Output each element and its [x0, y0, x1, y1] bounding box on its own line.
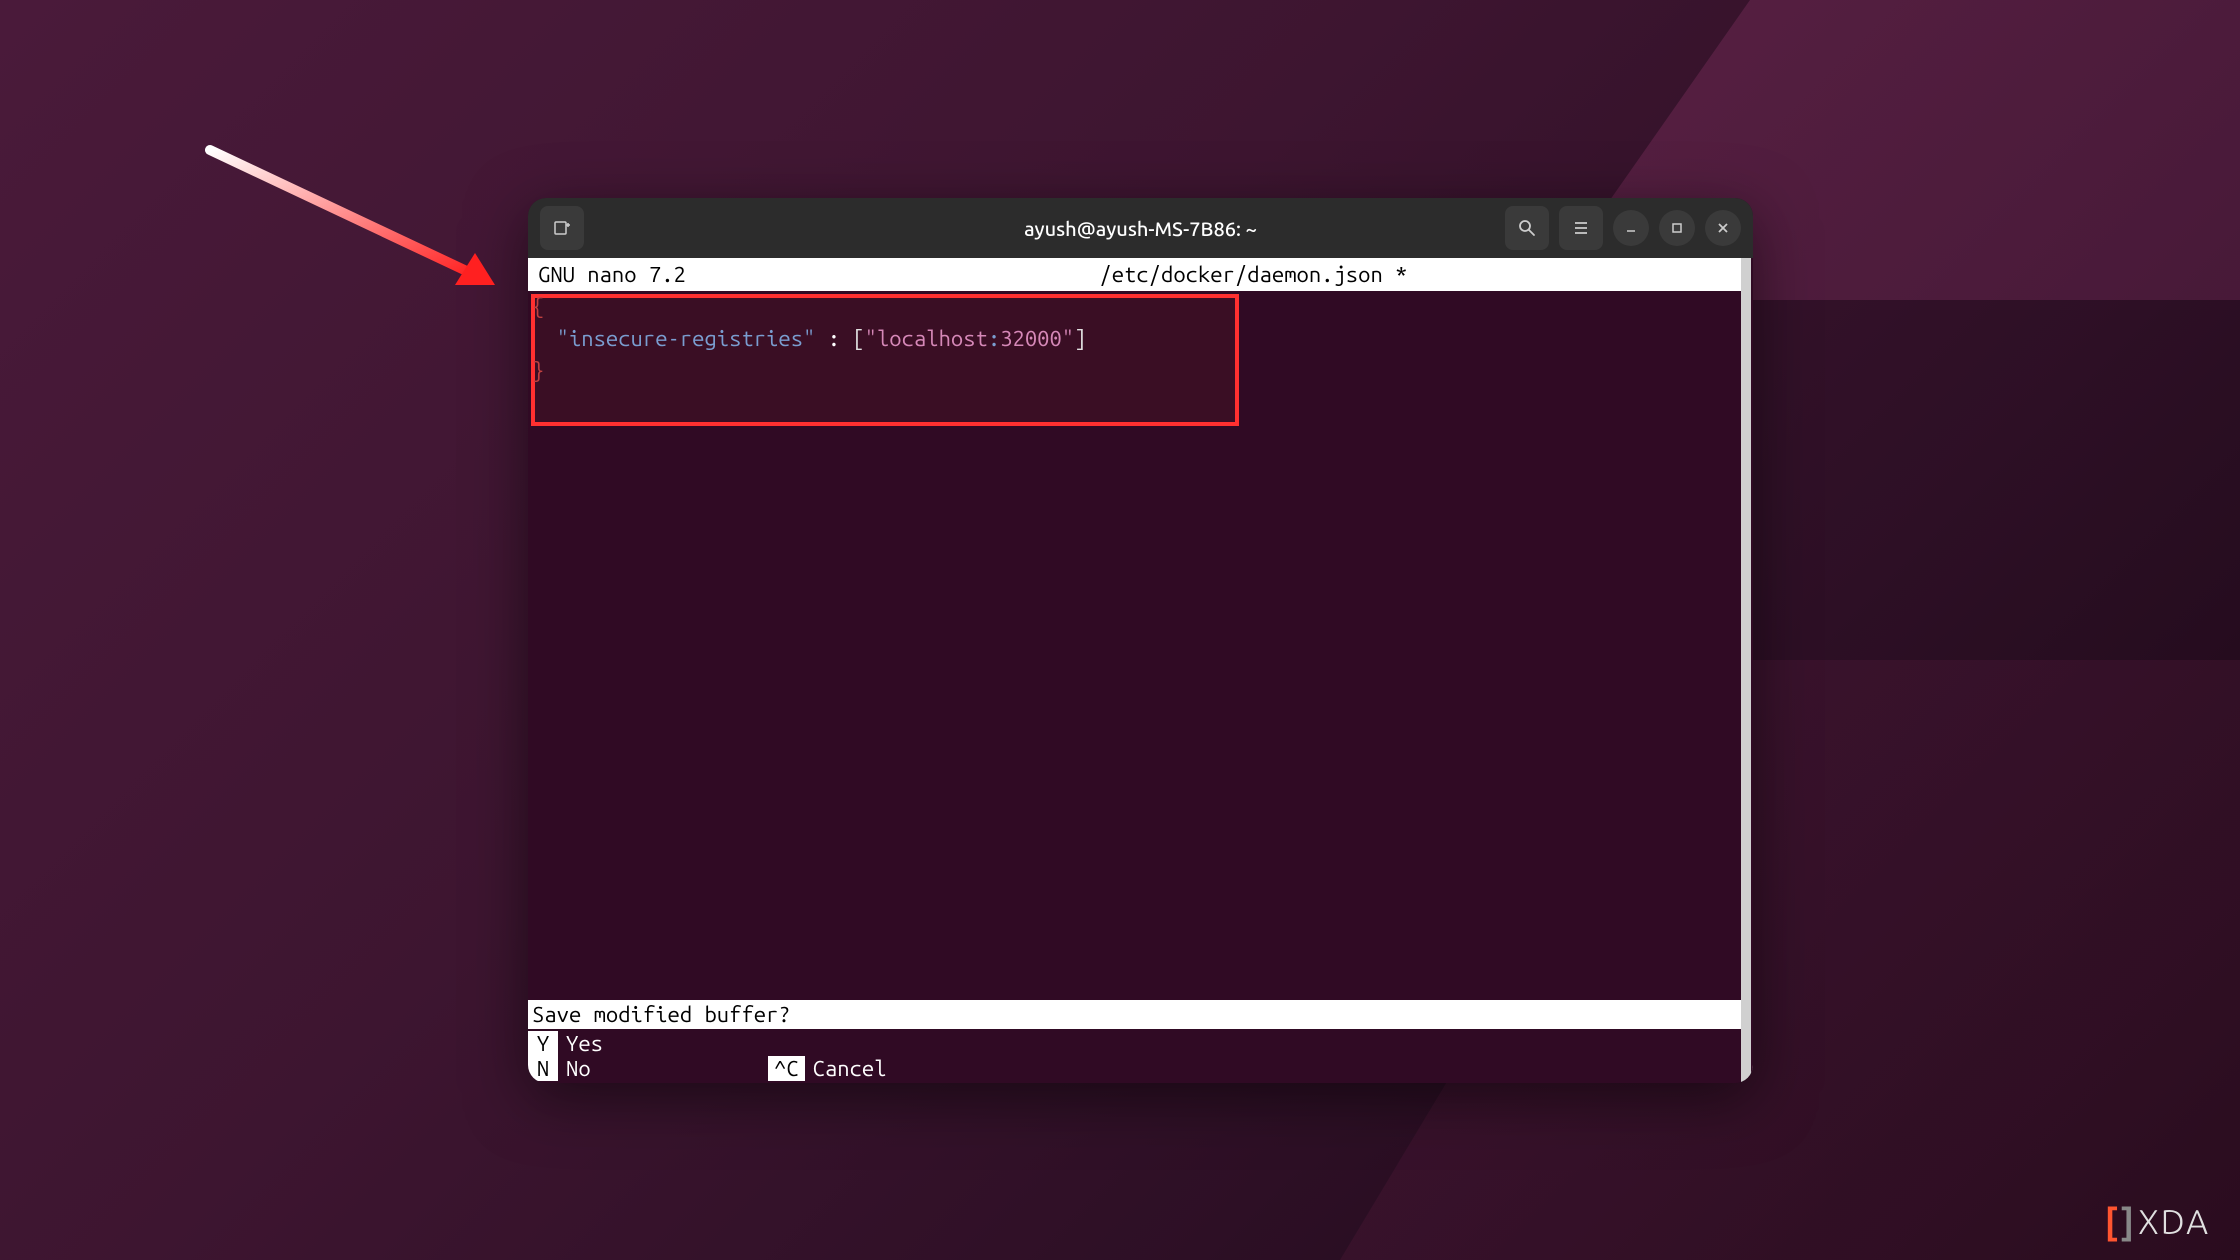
- close-button[interactable]: [1705, 210, 1741, 246]
- xda-text: XDA: [2138, 1203, 2210, 1241]
- window-titlebar: ayush@ayush-MS-7B86: ~: [528, 198, 1753, 258]
- terminal-main-area[interactable]: GNU nano 7.2 /etc/docker/daemon.json * {…: [528, 258, 1741, 1083]
- nano-label-no: No: [566, 1056, 591, 1081]
- nano-app-name: GNU nano 7.2: [538, 262, 686, 287]
- nano-label-cancel: Cancel: [813, 1056, 887, 1081]
- code-brace-close: }: [532, 358, 544, 383]
- menu-button[interactable]: [1559, 206, 1603, 250]
- code-string-host: "localhost: [865, 326, 988, 351]
- code-brace-open: {: [532, 294, 544, 319]
- code-bracket: [: [852, 326, 864, 351]
- nano-header-bar: GNU nano 7.2 /etc/docker/daemon.json *: [528, 258, 1741, 291]
- terminal-content: GNU nano 7.2 /etc/docker/daemon.json * {…: [528, 258, 1753, 1083]
- code-bracket-close: ]: [1074, 326, 1086, 351]
- nano-option-no[interactable]: N No: [528, 1056, 768, 1081]
- new-tab-button[interactable]: [540, 206, 584, 250]
- minimize-icon: [1624, 221, 1638, 235]
- nano-key-yes: Y: [528, 1031, 558, 1056]
- nano-prompt: Save modified buffer?: [528, 1000, 1741, 1029]
- terminal-scrollbar[interactable]: [1741, 258, 1753, 1083]
- nano-option-cancel[interactable]: ^C Cancel: [768, 1056, 1008, 1081]
- xda-watermark: [ ] XDA: [2105, 1201, 2211, 1242]
- new-tab-icon: [552, 218, 572, 238]
- hamburger-icon: [1572, 219, 1590, 237]
- maximize-button[interactable]: [1659, 210, 1695, 246]
- minimize-button[interactable]: [1613, 210, 1649, 246]
- nano-options: Y Yes N No ^C Cancel: [528, 1029, 1741, 1083]
- maximize-icon: [1670, 221, 1684, 235]
- nano-option-yes[interactable]: Y Yes: [528, 1031, 768, 1056]
- window-title: ayush@ayush-MS-7B86: ~: [1024, 217, 1257, 240]
- search-icon: [1518, 219, 1536, 237]
- nano-editor-area[interactable]: { "insecure-registries" : ["localhost:32…: [528, 291, 1741, 387]
- close-icon: [1716, 221, 1730, 235]
- xda-bracket-right: ]: [2121, 1201, 2134, 1242]
- nano-footer: Save modified buffer? Y Yes N No: [528, 1000, 1741, 1083]
- nano-file-path: /etc/docker/daemon.json *: [686, 262, 1731, 287]
- search-button[interactable]: [1505, 206, 1549, 250]
- nano-label-yes: Yes: [566, 1031, 603, 1056]
- nano-key-cancel: ^C: [768, 1056, 805, 1081]
- annotation-arrow: [195, 135, 515, 319]
- xda-bracket-left: [: [2105, 1201, 2118, 1242]
- code-json-key: "insecure-registries": [557, 326, 816, 351]
- code-string-port: 32000": [1000, 326, 1074, 351]
- nano-key-no: N: [528, 1056, 558, 1081]
- terminal-window: ayush@ayush-MS-7B86: ~: [528, 198, 1753, 1083]
